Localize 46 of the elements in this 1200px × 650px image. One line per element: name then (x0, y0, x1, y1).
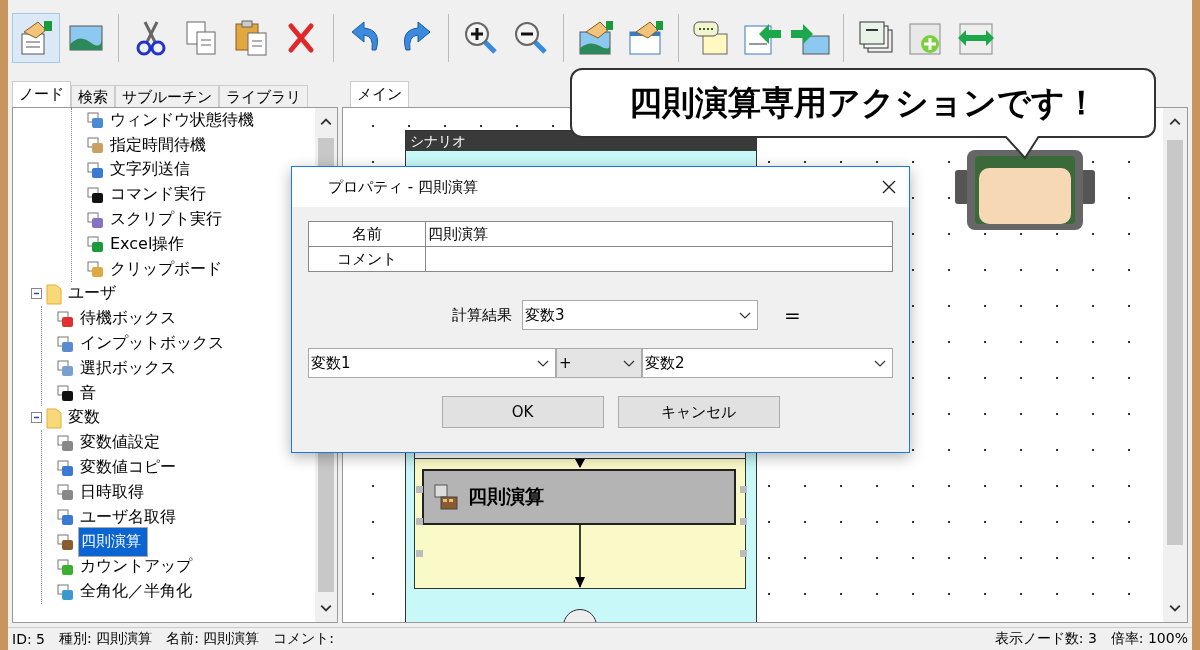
tree-item[interactable]: インプットボックス (78, 333, 226, 355)
tree-item[interactable]: 四則演算 (78, 526, 148, 557)
tree-item[interactable]: ユーザ (66, 283, 118, 305)
tree-item[interactable]: 選択ボックス (78, 357, 178, 379)
dialog-button[interactable]: OK (441, 396, 604, 428)
operand-dropdown[interactable]: 変数1 (308, 348, 556, 378)
tree-item[interactable]: コマンド実行 (108, 184, 208, 206)
tree-item[interactable]: ウィンドウ状態待機 (108, 109, 256, 131)
status-text: 種別: 四則演算 (59, 630, 153, 648)
operator-dropdown[interactable]: + (556, 348, 642, 378)
bubble-text: 四則演算専用アクションです！ (628, 81, 1098, 124)
tree-item[interactable]: 音 (78, 382, 98, 404)
status-text: ID: 5 (12, 631, 45, 647)
tree-item[interactable]: 日時取得 (78, 481, 146, 503)
tree-item[interactable]: Excel操作 (108, 233, 187, 255)
property-value[interactable]: 四則演算 (426, 222, 892, 246)
tree-item[interactable]: 文字列送信 (108, 159, 192, 181)
status-text: コメント: (273, 630, 335, 648)
property-label: 名前 (309, 222, 426, 246)
action-node[interactable]: 四則演算 (422, 469, 736, 525)
tree-item[interactable]: カウントアップ (78, 556, 194, 578)
operand-dropdown[interactable]: 変数2 (642, 348, 893, 378)
result-dropdown[interactable]: 変数3 (522, 300, 758, 330)
field-label: 計算結果 (452, 305, 512, 325)
tree-item[interactable]: クリップボード (108, 258, 224, 280)
dialog-title: プロパティ - 四則演算 (328, 177, 479, 197)
tree-item[interactable]: 指定時間待機 (108, 134, 208, 156)
canvas-tab[interactable]: メイン (350, 81, 409, 107)
property-label: コメント (309, 247, 426, 271)
tree-item[interactable]: 変数値コピー (78, 457, 178, 479)
status-text: 表示ノード数: 3 (994, 630, 1097, 648)
panel-tab[interactable]: 検索 (71, 85, 115, 107)
tree-item[interactable]: 変数 (66, 407, 102, 429)
panel-tab[interactable]: ライブラリ (219, 85, 308, 107)
status-text: 倍率: 100% (1110, 630, 1188, 648)
tree-item[interactable]: スクリプト実行 (108, 209, 224, 231)
tree-item[interactable]: 待機ボックス (78, 308, 178, 330)
node-label: 四則演算 (468, 484, 544, 509)
tree-item[interactable]: 変数値設定 (78, 432, 162, 454)
tree-item[interactable]: 全角化／半角化 (78, 581, 194, 603)
dialog-button[interactable]: キャンセル (617, 396, 780, 428)
panel-tab[interactable]: ノード (12, 81, 71, 107)
tree-item[interactable]: ユーザ名取得 (78, 506, 178, 528)
panel-tab[interactable]: サブルーチン (115, 85, 219, 107)
equals-sign: = (784, 303, 801, 327)
status-text: 名前: 四則演算 (166, 630, 260, 648)
